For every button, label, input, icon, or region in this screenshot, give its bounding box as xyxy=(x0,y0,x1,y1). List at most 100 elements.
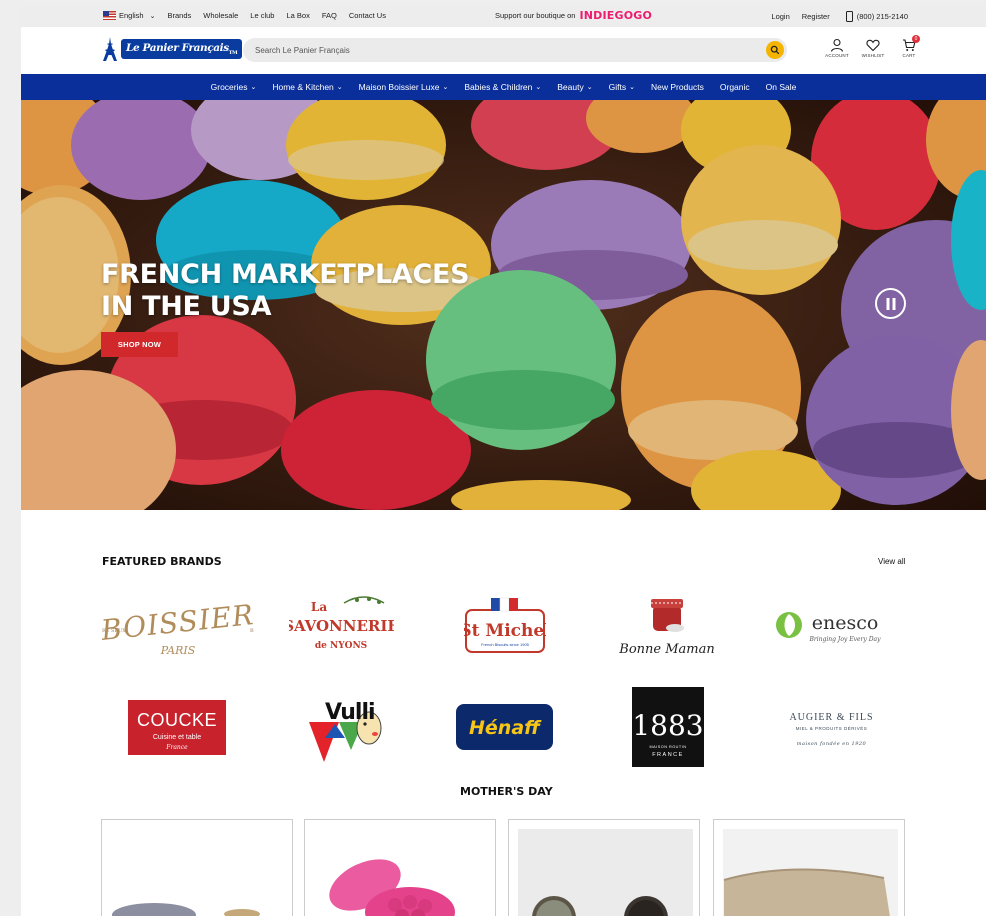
svg-text:Bringing Joy Every Day: Bringing Joy Every Day xyxy=(808,636,881,643)
brand-henaff[interactable]: Hénaff xyxy=(456,704,553,750)
search-bar xyxy=(243,38,787,62)
svg-text:de NYONS: de NYONS xyxy=(315,641,367,651)
link-faq[interactable]: FAQ xyxy=(322,11,337,20)
st-michel-logo: St Michel French Biscuits since 1905 xyxy=(464,597,546,653)
view-all-link[interactable]: View all xyxy=(878,557,905,566)
svg-text:AUGIER & FILS: AUGIER & FILS xyxy=(789,712,873,723)
phone-number: (800) 215-2140 xyxy=(856,12,908,21)
product-image xyxy=(102,820,292,916)
site-logo[interactable]: Le Panier FrançaisTM xyxy=(102,37,243,61)
1883-logo: 1883 MAISON ROUTIN FRANCE xyxy=(632,687,704,767)
nav-beauty[interactable]: Beauty ⌄ xyxy=(557,82,592,92)
user-icon xyxy=(830,38,844,52)
chevron-down-icon: ⌄ xyxy=(250,84,257,91)
svg-text:Bonne Maman: Bonne Maman xyxy=(618,642,714,657)
nav-gifts[interactable]: Gifts ⌄ xyxy=(609,82,635,92)
nav-home-kitchen[interactable]: Home & Kitchen ⌄ xyxy=(272,82,342,92)
language-selector[interactable]: English ⌄ xyxy=(103,11,155,20)
svg-text:MAISON ROUTIN: MAISON ROUTIN xyxy=(649,745,686,749)
brand-augier-fils[interactable]: AUGIER & FILS MIEL & PRODUITS DÉRIVÉS ma… xyxy=(779,706,884,752)
svg-text:COUCKE: COUCKE xyxy=(137,710,217,730)
product-image xyxy=(509,820,699,916)
brand-coucke[interactable]: COUCKE Cuisine et table France xyxy=(128,700,226,755)
top-utility-bar: English ⌄ Brands Wholesale Le club La Bo… xyxy=(21,6,986,27)
nav-babies-children[interactable]: Babies & Children ⌄ xyxy=(464,82,541,92)
search-button[interactable] xyxy=(766,41,784,59)
search-input[interactable] xyxy=(255,42,755,58)
wishlist-label: WISHLIST xyxy=(861,53,885,58)
chevron-down-icon: ⌄ xyxy=(336,84,343,91)
link-brands[interactable]: Brands xyxy=(167,11,191,20)
link-contact-us[interactable]: Contact Us xyxy=(349,11,386,20)
svg-text:France: France xyxy=(165,744,188,751)
phone-icon xyxy=(845,11,853,22)
cart-button[interactable]: 0 CART xyxy=(891,35,927,58)
login-link[interactable]: Login xyxy=(771,12,789,21)
svg-text:1883: 1883 xyxy=(632,709,703,742)
brand-boissier[interactable]: RE SEUX BOISSIER PARIS B xyxy=(102,584,254,662)
svg-text:La: La xyxy=(311,600,327,614)
indiegogo-promo[interactable]: Support our boutique on INDIEGOGO xyxy=(495,9,652,22)
chevron-down-icon: ⌄ xyxy=(149,12,156,20)
page: English ⌄ Brands Wholesale Le club La Bo… xyxy=(21,6,986,916)
link-la-box[interactable]: La Box xyxy=(286,11,309,20)
hero-title: FRENCH MARKETPLACES IN THE USA xyxy=(101,259,470,322)
language-label: English xyxy=(119,11,144,20)
nav-on-sale[interactable]: On Sale xyxy=(766,82,797,92)
wishlist-button[interactable]: WISHLIST xyxy=(855,38,891,58)
product-image xyxy=(714,820,904,916)
coucke-logo: COUCKE Cuisine et table France xyxy=(128,700,226,755)
product-card[interactable] xyxy=(508,819,700,916)
support-text: Support our boutique on xyxy=(495,11,576,20)
brand-enesco[interactable]: enesco Bringing Joy Every Day xyxy=(773,601,888,649)
svg-text:Hénaff: Hénaff xyxy=(469,717,542,739)
svg-text:PARIS: PARIS xyxy=(160,644,196,657)
brand-st-michel[interactable]: St Michel French Biscuits since 1905 xyxy=(464,596,546,654)
product-card[interactable] xyxy=(304,819,496,916)
eiffel-tower-icon xyxy=(103,37,117,61)
nav-organic[interactable]: Organic xyxy=(720,82,750,92)
bonne-maman-logo: Bonne Maman xyxy=(618,599,715,657)
nav-groceries[interactable]: Groceries ⌄ xyxy=(211,82,257,92)
svg-text:enesco: enesco xyxy=(812,612,879,634)
svg-text:French Biscuits since 1905: French Biscuits since 1905 xyxy=(481,642,530,647)
cart-count-badge: 0 xyxy=(912,35,920,43)
register-link[interactable]: Register xyxy=(802,12,830,21)
savonnerie-logo: La SAVONNERIE de NYONS xyxy=(289,596,394,651)
chevron-down-icon: ⌄ xyxy=(586,84,593,91)
svg-text:Vulli: Vulli xyxy=(325,700,375,725)
augier-fils-logo: AUGIER & FILS MIEL & PRODUITS DÉRIVÉS ma… xyxy=(789,712,873,747)
account-button[interactable]: ACCOUNT xyxy=(819,38,855,58)
svg-text:B: B xyxy=(250,628,254,634)
chevron-down-icon: ⌄ xyxy=(442,84,449,91)
brand-bonne-maman[interactable]: Bonne Maman xyxy=(617,593,717,661)
vulli-logo: Vulli xyxy=(309,700,382,762)
boissier-logo: RE SEUX BOISSIER PARIS B xyxy=(102,598,254,657)
shop-now-button[interactable]: SHOP NOW xyxy=(101,332,178,357)
product-image xyxy=(305,820,495,916)
product-card[interactable] xyxy=(713,819,905,916)
phone-link[interactable]: (800) 215-2140 xyxy=(845,11,908,22)
svg-text:FRANCE: FRANCE xyxy=(652,752,684,758)
brand-maison-routin-1883[interactable]: 1883 MAISON ROUTIN FRANCE xyxy=(632,687,704,767)
svg-text:Cuisine et table: Cuisine et table xyxy=(153,734,201,741)
henaff-logo: Hénaff xyxy=(456,704,553,750)
nav-new-products[interactable]: New Products xyxy=(651,82,704,92)
chevron-down-icon: ⌄ xyxy=(629,84,635,91)
svg-text:maison fondée en 1920: maison fondée en 1920 xyxy=(797,740,867,747)
cart-label: CART xyxy=(902,53,916,58)
svg-text:St Michel: St Michel xyxy=(464,621,546,641)
pause-button[interactable] xyxy=(875,288,906,319)
brand-vulli[interactable]: Vulli xyxy=(299,692,389,766)
main-navigation: Groceries ⌄ Home & Kitchen ⌄ Maison Boissi… xyxy=(21,74,986,100)
hero-banner[interactable]: FRENCH MARKETPLACES IN THE USA SHOP NOW xyxy=(21,100,986,510)
nav-maison-boissier-luxe[interactable]: Maison Boissier Luxe ⌄ xyxy=(359,82,449,92)
heart-icon xyxy=(866,39,880,52)
brand-la-savonnerie-de-nyons[interactable]: La SAVONNERIE de NYONS xyxy=(289,591,394,655)
svg-text:SAVONNERIE: SAVONNERIE xyxy=(289,617,394,635)
link-wholesale[interactable]: Wholesale xyxy=(203,11,238,20)
svg-text:MIEL & PRODUITS DÉRIVÉS: MIEL & PRODUITS DÉRIVÉS xyxy=(796,725,868,731)
product-card[interactable] xyxy=(101,819,293,916)
pause-icon xyxy=(886,297,895,310)
link-le-club[interactable]: Le club xyxy=(250,11,274,20)
